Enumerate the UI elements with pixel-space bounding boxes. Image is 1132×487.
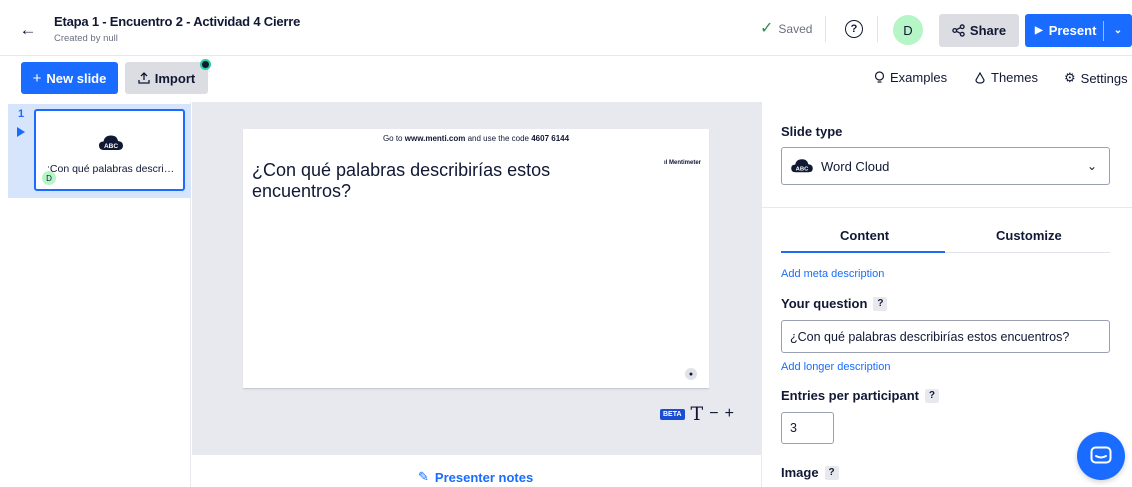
divider	[761, 207, 1132, 208]
text-size-icon[interactable]: T	[691, 403, 704, 425]
import-label: Import	[154, 70, 196, 86]
play-icon	[17, 127, 25, 137]
upload-icon	[138, 72, 150, 84]
chevron-down-icon[interactable]: ⌄	[1104, 25, 1132, 36]
present-button[interactable]: ▶ Present ⌄	[1025, 14, 1132, 47]
help-icon[interactable]: ?	[924, 388, 939, 403]
presentation-title[interactable]: Etapa 1 - Encuentro 2 - Actividad 4 Cier…	[54, 14, 300, 29]
check-icon: ✓	[760, 20, 774, 37]
tab-content[interactable]: Content	[840, 228, 889, 243]
gear-icon: ⚙	[1064, 70, 1076, 85]
saved-label: Saved	[778, 22, 813, 36]
import-button[interactable]: Import	[125, 62, 208, 94]
presenter-notes-label: Presenter notes	[434, 469, 534, 485]
active-tab-indicator	[781, 251, 945, 253]
slide-question: ¿Con qué palabras describirías estos enc…	[252, 160, 551, 201]
settings-label: Settings	[1080, 70, 1128, 86]
pencil-icon: ✎	[418, 469, 429, 484]
entries-label: Entries per participant ?	[781, 388, 939, 403]
help-icon[interactable]: ?	[824, 465, 839, 480]
examples-label: Examples	[890, 70, 948, 85]
avatar: D	[42, 171, 56, 185]
examples-button[interactable]: Examples	[874, 70, 947, 85]
back-arrow-icon[interactable]: ←	[18, 20, 38, 40]
add-meta-description-link[interactable]: Add meta description	[781, 268, 884, 280]
join-middle: and use the code	[467, 134, 529, 143]
themes-label: Themes	[991, 70, 1038, 85]
saved-status: ✓ Saved	[760, 20, 813, 37]
slide-type-value: Word Cloud	[821, 158, 890, 174]
chevron-down-icon: ⌄	[1086, 159, 1097, 173]
question-label: Your question ?	[781, 296, 888, 311]
question-label-text: Your question	[781, 296, 868, 311]
notification-dot	[200, 59, 211, 70]
bulb-icon	[874, 71, 885, 83]
present-main[interactable]: ▶ Present	[1025, 14, 1103, 47]
slide-type-label: Slide type	[781, 124, 843, 139]
image-label: Image ?	[781, 465, 839, 480]
join-code: 4607 6144	[531, 134, 570, 143]
share-button[interactable]: Share	[939, 14, 1019, 47]
svg-text:ABC: ABC	[104, 143, 118, 150]
help-icon[interactable]: ?	[873, 296, 888, 311]
tab-customize[interactable]: Customize	[996, 228, 1062, 243]
logo-text: Mentimeter	[668, 160, 701, 166]
slide-number: 1	[18, 108, 25, 120]
chat-icon	[1090, 446, 1112, 464]
new-slide-button[interactable]: + New slide	[21, 62, 118, 94]
presenter-notes-button[interactable]: ✎ Presenter notes	[418, 469, 533, 485]
slide-type-select[interactable]: ABC Word Cloud ⌄	[781, 147, 1110, 185]
mentimeter-logo: ıl Mentimeter	[664, 160, 701, 166]
slide-preview[interactable]: Go to www.menti.com and use the code 460…	[243, 129, 709, 389]
entries-label-text: Entries per participant	[781, 388, 919, 403]
svg-text:ABC: ABC	[796, 167, 809, 173]
divider	[825, 16, 826, 42]
avatar[interactable]: D	[893, 15, 923, 45]
beta-badge: BETA	[660, 408, 685, 420]
join-url: www.menti.com	[404, 134, 466, 143]
slide-thumbnail[interactable]: ABC ;Con qué palabras descri… D	[34, 109, 185, 191]
plus-icon: +	[32, 69, 42, 87]
chat-button[interactable]	[1077, 432, 1125, 480]
participant-icon: ●	[685, 368, 697, 380]
word-cloud-icon: ABC	[99, 135, 123, 150]
join-instructions: Go to www.menti.com and use the code 460…	[243, 134, 709, 143]
share-label: Share	[969, 23, 1007, 38]
new-slide-label: New slide	[46, 70, 107, 86]
present-label: Present	[1048, 23, 1097, 38]
share-icon	[952, 24, 965, 37]
join-prefix: Go to	[382, 134, 403, 143]
drop-icon	[975, 71, 985, 84]
zoom-in-button[interactable]: +	[725, 405, 734, 423]
divider	[877, 16, 878, 42]
themes-button[interactable]: Themes	[974, 70, 1038, 85]
divider	[945, 252, 1110, 253]
word-cloud-icon: ABC	[791, 159, 813, 173]
question-input[interactable]: ¿Con qué palabras describirías estos enc…	[781, 320, 1110, 353]
canvas-tools: BETA T − +	[660, 403, 734, 425]
image-label-text: Image	[781, 465, 819, 480]
help-icon[interactable]: ?	[845, 20, 863, 38]
settings-button[interactable]: ⚙ Settings	[1064, 70, 1128, 86]
entries-input[interactable]: 3	[781, 412, 834, 444]
presentation-subtitle: Created by null	[54, 33, 118, 44]
play-icon: ▶	[1035, 25, 1043, 36]
thumbnail-text: ;Con qué palabras descri…	[47, 163, 175, 175]
zoom-out-button[interactable]: −	[709, 405, 718, 423]
add-longer-description-link[interactable]: Add longer description	[781, 361, 890, 373]
